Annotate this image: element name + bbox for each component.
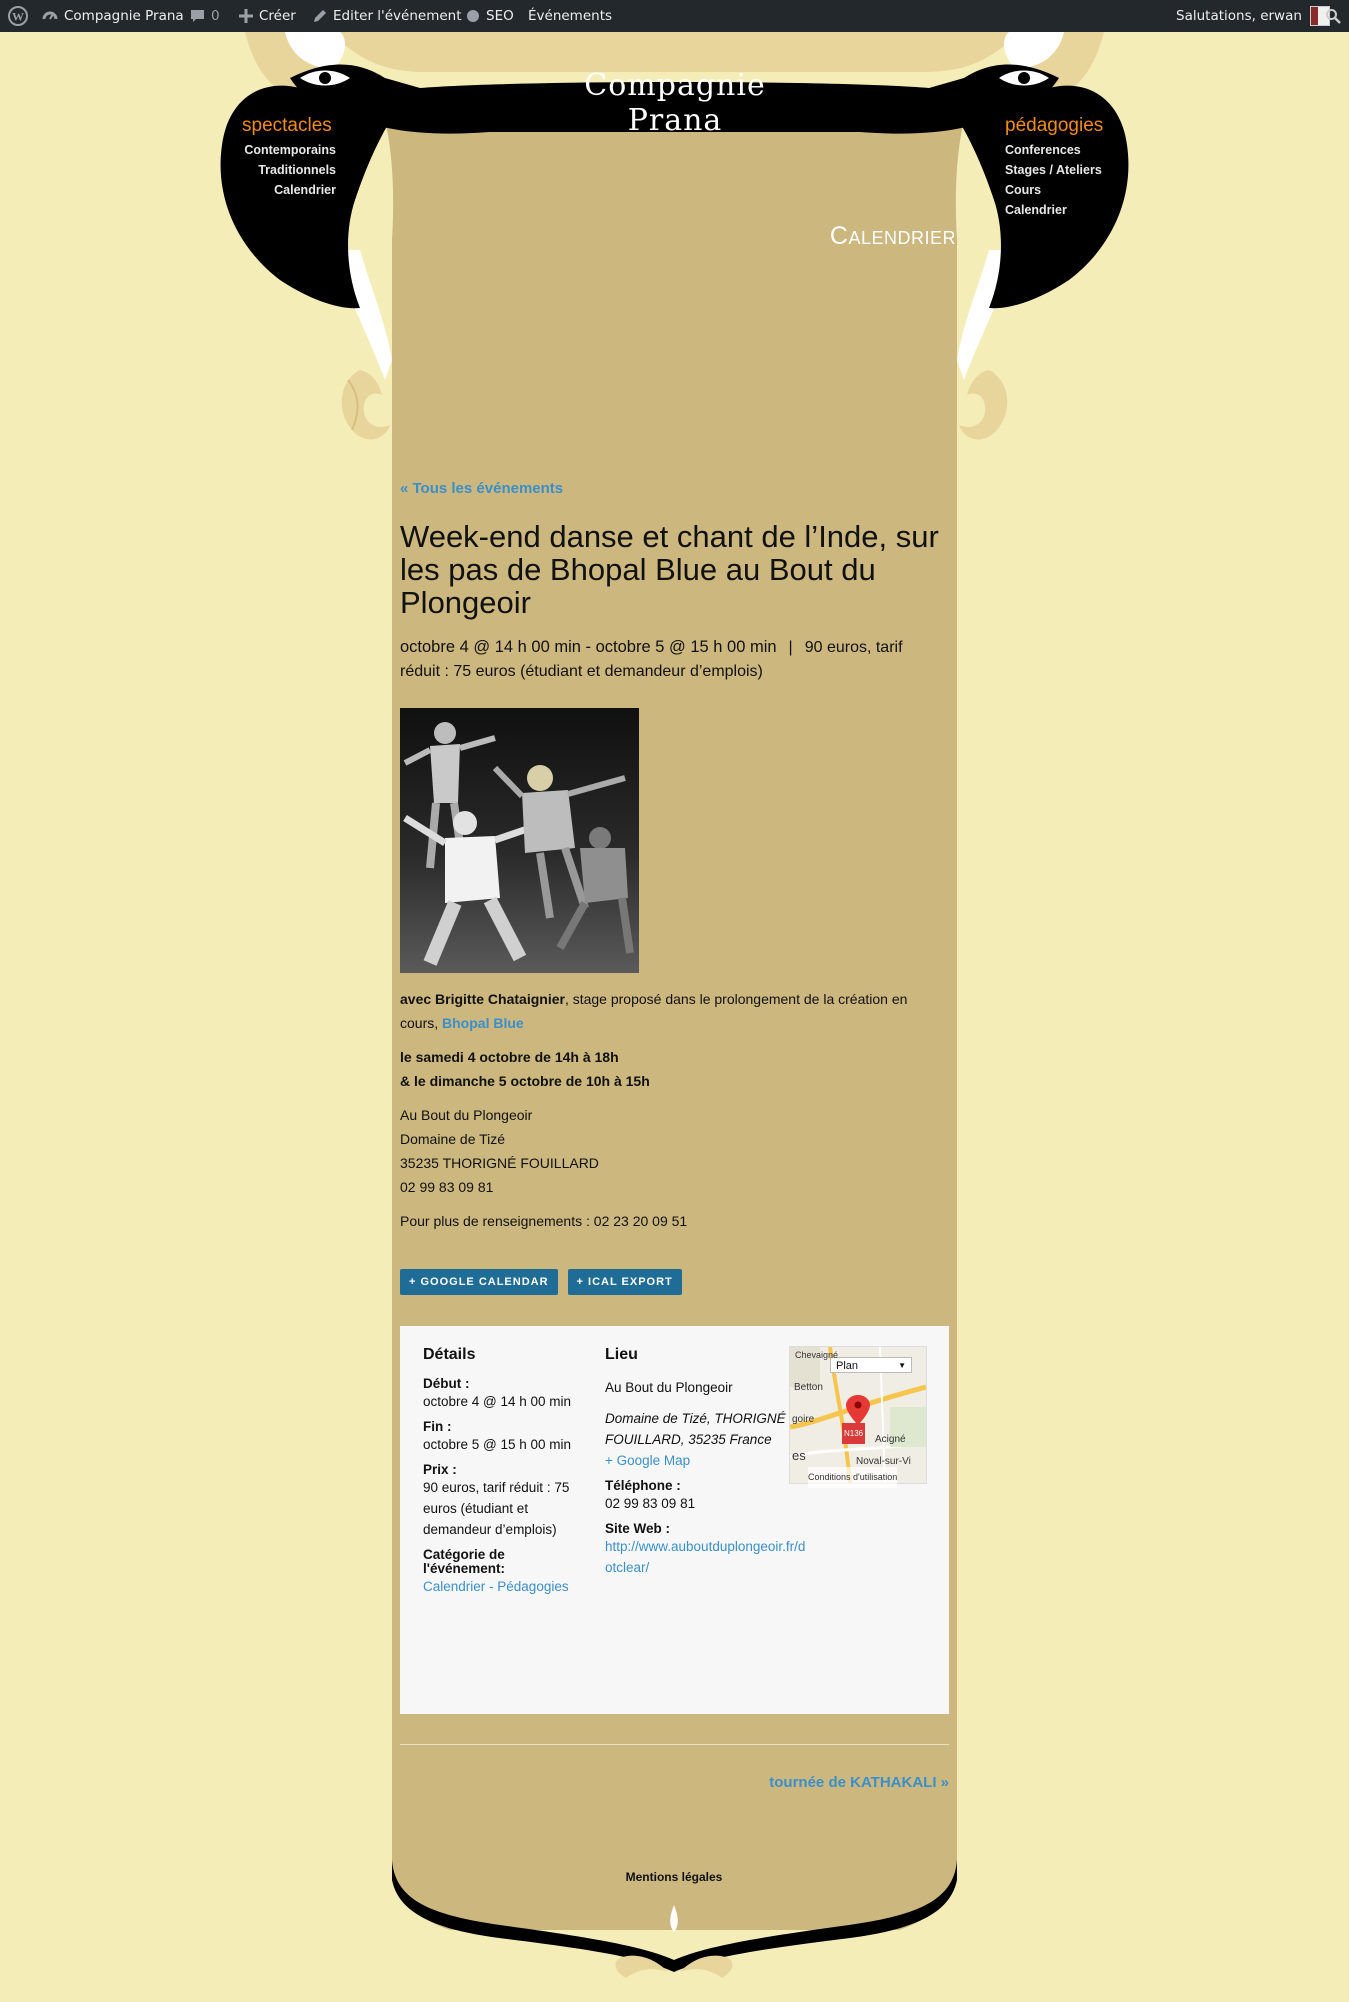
page-heading: Calendrier: [829, 222, 956, 250]
menu-pedagogies-title[interactable]: pédagogies: [1005, 115, 1103, 137]
address-line-1: Au Bout du Plongeoir: [400, 1107, 533, 1123]
address-line-2: Domaine de Tizé: [400, 1131, 506, 1147]
end-label: Fin :: [423, 1419, 452, 1434]
chevron-down-icon: ▼: [898, 1361, 906, 1370]
svg-text:W: W: [12, 10, 24, 24]
menu-spectacles-title[interactable]: spectacles: [242, 115, 332, 137]
event-content: « Tous les événements Week-end danse et …: [400, 480, 949, 1295]
phone-label: Téléphone :: [605, 1478, 681, 1493]
event-address: Au Bout du Plongeoir Domaine de Tizé 352…: [400, 1103, 949, 1199]
menu-link-calendrier-pedagogies[interactable]: Calendrier: [1005, 203, 1067, 217]
content-divider: [400, 1744, 949, 1745]
price-value: 90 euros, tarif réduit : 75 euros (étudi…: [423, 1480, 570, 1537]
map-terms[interactable]: Conditions d'utilisation: [808, 1467, 898, 1488]
comments-count: 0: [211, 8, 220, 24]
venue-section: Lieu Au Bout du Plongeoir Domaine de Tiz…: [605, 1344, 810, 1578]
comments-link[interactable]: 0: [190, 0, 220, 32]
plus-icon: [239, 9, 253, 23]
seo-menu[interactable]: SEO: [466, 0, 514, 32]
map-label-acigne: Acigné: [875, 1434, 906, 1445]
website-label: Site Web :: [605, 1521, 671, 1536]
ical-export-button[interactable]: + ICAL EXPORT: [567, 1269, 682, 1295]
schedule-line-2: & le dimanche 5 octobre de 10h à 15h: [400, 1073, 650, 1089]
user-menu[interactable]: Salutations, erwan: [1176, 0, 1331, 32]
event-photo: [400, 708, 639, 973]
all-events-link[interactable]: « Tous les événements: [400, 480, 563, 497]
map-label-betton: Betton: [794, 1382, 823, 1393]
events-label: Événements: [528, 8, 613, 24]
menu-link-calendrier-spectacles[interactable]: Calendrier: [274, 183, 336, 197]
event-times: le samedi 4 octobre de 14h à 18h & le di…: [400, 1045, 949, 1093]
event-dates: octobre 4 @ 14 h 00 min - octobre 5 @ 15…: [400, 638, 777, 656]
site-name-link[interactable]: Compagnie Prana: [42, 0, 184, 32]
event-price-first: 90 euros, tarif: [804, 639, 903, 656]
legal-notice-link[interactable]: Mentions légales: [544, 1870, 804, 1884]
event-price-rest: réduit : 75 euros (étudiant et demandeur…: [400, 663, 763, 680]
site-logo[interactable]: Compagnie Prana: [540, 68, 810, 138]
menu-link-traditionnels[interactable]: Traditionnels: [258, 163, 336, 177]
next-event-link[interactable]: tournée de KATHAKALI »: [700, 1774, 949, 1791]
bhopal-blue-link[interactable]: Bhopal Blue: [442, 1015, 524, 1031]
event-intro: avec Brigitte Chataignier, stage proposé…: [400, 987, 949, 1035]
schedule-separator: |: [788, 639, 793, 656]
start-label: Début :: [423, 1376, 470, 1391]
google-map-link[interactable]: + Google Map: [605, 1453, 690, 1468]
venue-map[interactable]: Plan ▼ Chevaigné Betton goire es Acigné …: [789, 1346, 927, 1488]
create-label: Créer: [259, 8, 296, 24]
menu-link-cours[interactable]: Cours: [1005, 183, 1041, 197]
address-line-4: 02 99 83 09 81: [400, 1179, 494, 1195]
intro-bold: avec Brigitte Chataignier: [400, 991, 565, 1007]
category-link[interactable]: Calendrier - Pédagogies: [423, 1579, 569, 1594]
event-description: avec Brigitte Chataignier, stage proposé…: [400, 987, 949, 1233]
greeting: Salutations, erwan: [1176, 8, 1302, 24]
create-menu[interactable]: Créer: [239, 0, 296, 32]
admin-bar: W Compagnie Prana 0 Créer Editer l'événe…: [0, 0, 1349, 32]
map-type-label: Plan: [836, 1360, 859, 1372]
map-label-goire: goire: [792, 1414, 815, 1425]
venue-title: Lieu: [605, 1346, 638, 1363]
event-meta-box: Détails Début : octobre 4 @ 14 h 00 min …: [400, 1326, 949, 1714]
google-calendar-button[interactable]: + GOOGLE CALENDAR: [400, 1269, 558, 1295]
map-label-chevaigne: Chevaigné: [795, 1350, 839, 1360]
map-type-dropdown[interactable]: Plan ▼: [830, 1357, 912, 1373]
end-value: octobre 5 @ 15 h 00 min: [423, 1437, 572, 1452]
event-schedule: octobre 4 @ 14 h 00 min - octobre 5 @ 15…: [400, 635, 949, 684]
menu-link-stages-ateliers[interactable]: Stages / Ateliers: [1005, 163, 1102, 177]
seo-label: SEO: [486, 8, 514, 24]
event-title: Week-end danse et chant de l’Inde, sur l…: [400, 519, 939, 620]
comment-icon: [191, 9, 204, 22]
map-road-badge: N136: [842, 1423, 866, 1444]
menu-link-conferences[interactable]: Conferences: [1005, 143, 1081, 157]
pencil-icon: [314, 9, 326, 22]
category-label: Catégorie de l'événement:: [423, 1547, 505, 1576]
map-label-es: es: [792, 1448, 806, 1463]
price-label: Prix :: [423, 1462, 457, 1477]
event-info: Pour plus de renseignements : 02 23 20 0…: [400, 1213, 688, 1229]
details-section: Détails Début : octobre 4 @ 14 h 00 min …: [423, 1344, 573, 1597]
wordpress-logo-icon[interactable]: W: [8, 0, 34, 32]
address-line-3: 35235 THORIGNÉ FOUILLARD: [400, 1155, 599, 1171]
site-logo-text: Compagnie Prana: [584, 68, 766, 138]
phone-value: 02 99 83 09 81: [605, 1496, 696, 1511]
schedule-line-1: le samedi 4 octobre de 14h à 18h: [400, 1049, 619, 1065]
calendar-buttons: + GOOGLE CALENDAR + ICAL EXPORT: [400, 1269, 949, 1295]
website-link[interactable]: http://www.auboutduplongeoir.fr/dotclear…: [605, 1539, 805, 1575]
venue-address: Domaine de Tizé, THORIGNÉ FOUILLARD, 352…: [605, 1411, 786, 1447]
events-menu[interactable]: Événements: [528, 0, 612, 32]
start-value: octobre 4 @ 14 h 00 min: [423, 1394, 572, 1409]
details-title: Détails: [423, 1346, 476, 1363]
dashboard-icon: [42, 11, 58, 20]
venue-name: Au Bout du Plongeoir: [605, 1380, 733, 1395]
site-name: Compagnie Prana: [64, 8, 184, 24]
seo-status-icon: [467, 10, 479, 22]
edit-event-link[interactable]: Editer l'événement: [312, 0, 462, 32]
edit-event-label: Editer l'événement: [333, 8, 462, 24]
menu-link-contemporains[interactable]: Contemporains: [244, 143, 336, 157]
search-icon[interactable]: [1325, 0, 1347, 32]
